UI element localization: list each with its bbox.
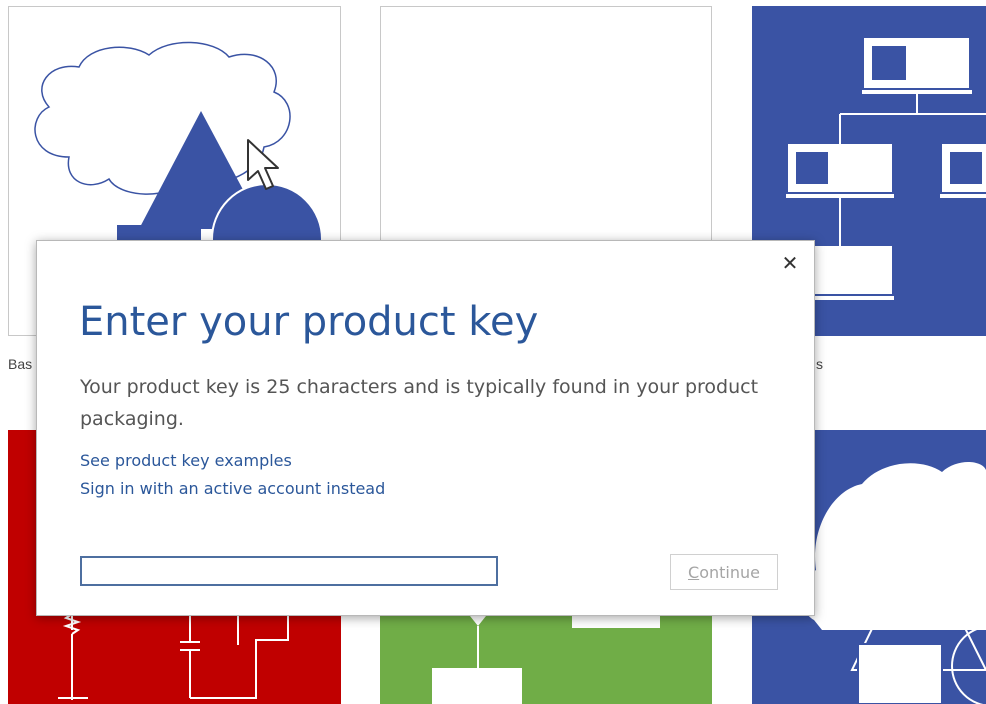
continue-button-label: ontinue (699, 562, 760, 582)
product-key-dialog: ✕ Enter your product key Your product ke… (36, 240, 815, 616)
close-button[interactable]: ✕ (778, 251, 802, 275)
continue-button[interactable]: Continue (670, 554, 778, 590)
mouse-pointer-icon (247, 139, 279, 190)
dialog-description: Your product key is 25 characters and is… (80, 376, 759, 430)
org-chart-label: s (816, 356, 823, 372)
dialog-title: Enter your product key (79, 299, 539, 345)
basic-diagram-label: Bas (8, 356, 33, 372)
sign-in-active-account-link[interactable]: Sign in with an active account instead (80, 479, 385, 498)
close-icon: ✕ (781, 251, 799, 275)
see-product-key-examples-link[interactable]: See product key examples (80, 451, 292, 470)
product-key-input[interactable] (80, 556, 498, 586)
continue-button-mnemonic: C (688, 562, 700, 582)
